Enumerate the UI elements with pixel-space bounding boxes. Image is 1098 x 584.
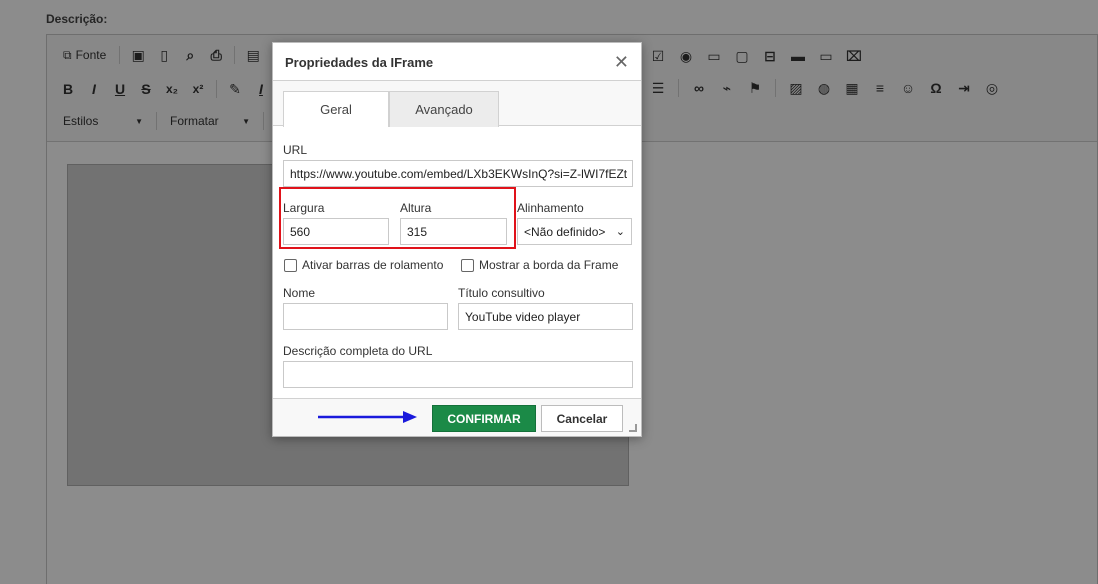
annotation-arrow-icon [318, 411, 417, 423]
resize-handle-icon[interactable] [629, 424, 637, 432]
titulo-label: Título consultivo [458, 286, 545, 300]
checkbox-icon [284, 258, 297, 272]
alinhamento-select[interactable]: <Não definido> ⌄ [517, 218, 632, 245]
frame-border-checkbox[interactable]: Mostrar a borda da Frame [461, 258, 618, 272]
dialog-tabs: Geral Avançado [273, 81, 641, 127]
alinhamento-label: Alinhamento [517, 201, 584, 215]
titulo-input[interactable]: YouTube video player [458, 303, 633, 330]
url-label: URL [283, 143, 308, 157]
confirm-button[interactable]: CONFIRMAR [432, 405, 536, 432]
scrollbars-checkbox-label: Ativar barras de rolamento [302, 258, 444, 272]
tab-geral[interactable]: Geral [283, 91, 389, 127]
highlight-box [279, 187, 516, 249]
dialog-title: Propriedades da IFrame [285, 55, 434, 70]
alinhamento-select-value: <Não definido> [524, 224, 606, 239]
scrollbars-checkbox[interactable]: Ativar barras de rolamento [284, 258, 443, 272]
url-input[interactable]: https://www.youtube.com/embed/LXb3EKWsIn… [283, 160, 633, 187]
nome-input[interactable] [283, 303, 448, 330]
checkbox-icon [461, 258, 474, 272]
frame-border-checkbox-label: Mostrar a borda da Frame [479, 258, 619, 272]
dialog-title-bar: Propriedades da IFrame ✕ [273, 43, 641, 81]
tab-avancado[interactable]: Avançado [389, 91, 499, 127]
chevron-down-icon: ⌄ [615, 226, 625, 238]
descricao-input[interactable] [283, 361, 633, 388]
nome-label: Nome [283, 286, 316, 300]
descricao-label: Descrição completa do URL [283, 344, 433, 358]
cancel-button[interactable]: Cancelar [541, 405, 623, 432]
close-icon[interactable]: ✕ [614, 52, 629, 73]
